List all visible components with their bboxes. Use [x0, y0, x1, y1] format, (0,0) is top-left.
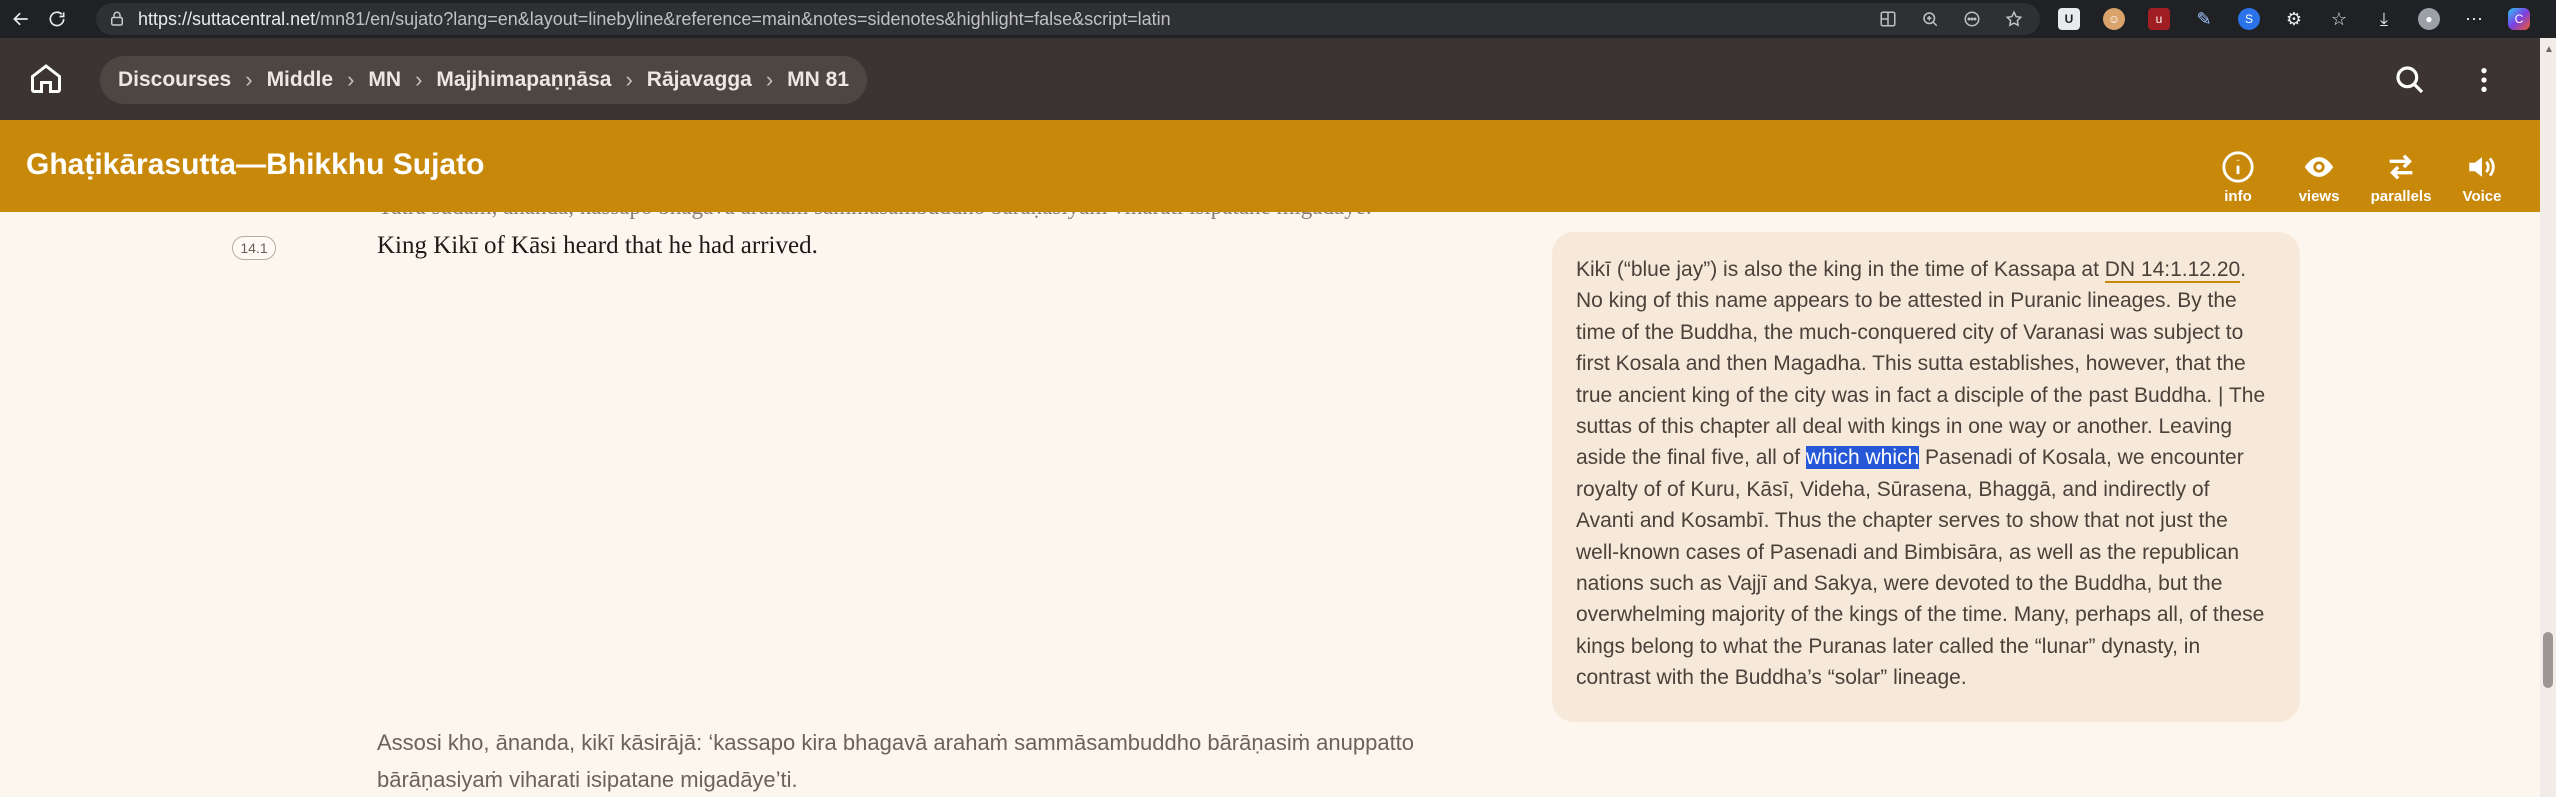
info-label: info [2224, 188, 2252, 205]
reload-icon [49, 11, 65, 27]
breadcrumb-discourses[interactable]: Discourses [118, 68, 231, 92]
info-button[interactable]: info [2203, 150, 2273, 205]
speaker-icon [2469, 157, 2495, 177]
search-icon[interactable] [2394, 64, 2426, 96]
chevron-right-icon: › [245, 67, 253, 92]
page-title: Ghaṭikārasutta—Bhikkhu Sujato [26, 148, 485, 181]
scroll-up-arrow-icon[interactable]: ▲ [2544, 44, 2554, 55]
pen-extension-icon[interactable]: ✎ [2193, 8, 2215, 30]
chevron-right-icon: › [765, 67, 774, 92]
copilot-extension-icon[interactable]: S [2238, 8, 2260, 30]
ublock-extension-icon[interactable]: u [2148, 8, 2170, 30]
pali-segment-line-1: Assosi kho, ānanda, kikī kāsirājā: ‘kass… [377, 730, 1415, 755]
downloads-icon[interactable]: ⤓ [2373, 8, 2395, 30]
favorites-icon[interactable]: ☆ [2328, 8, 2350, 30]
note-text-part: Pasenadi of Kosala, we encounter royalty… [1576, 446, 2265, 690]
note-text-part: . No king of this name appears to be att… [1576, 258, 2266, 470]
breadcrumb-middle[interactable]: Middle [267, 68, 334, 92]
browser-menu-icon[interactable]: ⋯ [2463, 8, 2485, 30]
breadcrumb-mn81[interactable]: MN 81 [787, 68, 849, 92]
breadcrumb-mn[interactable]: MN [368, 68, 401, 92]
reader-view-icon[interactable] [1878, 9, 1898, 29]
views-label: views [2298, 188, 2340, 205]
url-host: https://suttacentral.net [138, 8, 316, 29]
profile-avatar-icon[interactable]: ● [2418, 8, 2440, 30]
selected-text-highlight: which which [1805, 446, 1920, 470]
shield-extension-icon[interactable]: U [2058, 8, 2080, 30]
breadcrumb: Discourses › Middle › MN › Majjhimapaṇṇā… [100, 56, 868, 104]
chevron-right-icon: › [415, 67, 423, 92]
home-icon[interactable] [28, 60, 64, 96]
note-text-part: Kikī (“blue jay”) is also the king in th… [1576, 258, 2105, 281]
site-topbar: Discourses › Middle › MN › Majjhimapaṇṇā… [0, 38, 2540, 120]
zoom-icon[interactable] [1920, 9, 1940, 29]
info-icon [2222, 151, 2254, 183]
parallels-icon [2389, 154, 2413, 180]
face-extension-icon[interactable]: ☺ [2103, 8, 2125, 30]
favorite-star-icon[interactable] [2004, 9, 2024, 29]
voice-label: Voice [2462, 188, 2502, 205]
breadcrumb-rajavagga[interactable]: Rājavagga [647, 68, 752, 92]
url-path: /mn81/en/sujato?lang=en&layout=linebylin… [315, 8, 1171, 29]
back-button[interactable] [6, 4, 36, 34]
more-vertical-icon[interactable] [2468, 64, 2500, 96]
english-segment: King Kikī of Kāsi heard that he had arri… [377, 232, 818, 259]
url-text[interactable]: https://suttacentral.net/mn81/en/sujato?… [138, 9, 1171, 30]
sidenote: Kikī (“blue jay”) is also the king in th… [1552, 232, 2300, 722]
sutta-header: Ghaṭikārasutta—Bhikkhu Sujato info views… [0, 120, 2540, 212]
browser-toolbar: https://suttacentral.net/mn81/en/sujato?… [0, 0, 2556, 38]
breadcrumb-majjhimapannasa[interactable]: Majjhimapaṇṇāsa [436, 68, 611, 92]
parallels-label: parallels [2370, 188, 2432, 205]
eye-icon [2304, 157, 2334, 177]
pali-segment-line-2: bārāṇasiyaṁ viharati isipatane migadāye’… [377, 767, 798, 792]
more-options-icon[interactable] [1962, 9, 1982, 29]
scrollbar-thumb[interactable] [2543, 632, 2553, 688]
chevron-right-icon: › [625, 67, 633, 92]
site-info-icon[interactable] [108, 10, 126, 28]
sutta-content: Yatra sudaṁ, ānanda, kassapo bhagavā ara… [0, 212, 2540, 797]
pali-segment-previous: Yatra sudaṁ, ānanda, kassapo bhagavā ara… [377, 212, 1372, 220]
edge-copilot-icon[interactable]: C [2508, 8, 2530, 30]
reload-button[interactable] [42, 4, 72, 34]
note-link-dn14[interactable]: DN 14:1.12.20 [2104, 258, 2241, 283]
segment-reference-badge[interactable]: 14.1 [232, 236, 276, 260]
parallels-button[interactable]: parallels [2366, 150, 2436, 205]
views-button[interactable]: views [2284, 150, 2354, 205]
voice-button[interactable]: Voice [2447, 150, 2517, 205]
arrow-left-icon [13, 12, 28, 26]
address-bar[interactable]: https://suttacentral.net/mn81/en/sujato?… [96, 3, 2040, 35]
sidenote-text: Kikī (“blue jay”) is also the king in th… [1576, 254, 2270, 694]
chevron-right-icon: › [347, 67, 355, 92]
extensions-puzzle-icon[interactable]: ⚙ [2283, 8, 2305, 30]
